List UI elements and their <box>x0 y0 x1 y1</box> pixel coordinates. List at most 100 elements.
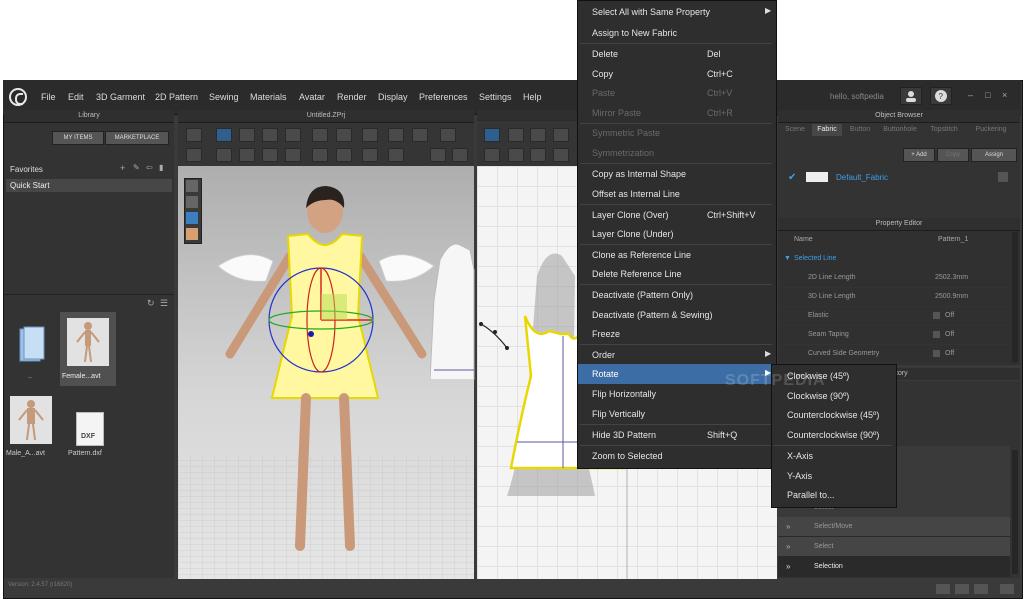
menu-preferences[interactable]: Preferences <box>419 92 468 102</box>
elastic-checkbox[interactable] <box>933 312 940 319</box>
circle-icon[interactable] <box>530 148 546 162</box>
menu-copy-internal-shape[interactable]: Copy as Internal Shape <box>592 169 686 179</box>
menu-settings[interactable]: Settings <box>479 92 512 102</box>
tab-topstitch[interactable]: Topstitch <box>924 124 964 136</box>
simulation-icon[interactable] <box>186 148 202 162</box>
layout-2-icon[interactable] <box>955 584 969 594</box>
menu-hide-3d-pattern[interactable]: Hide 3D Pattern <box>592 430 656 440</box>
menu-y-axis[interactable]: Y-Axis <box>787 471 812 481</box>
marketplace-button[interactable]: MARKETPLACE <box>105 131 169 145</box>
steam-icon[interactable] <box>239 148 255 162</box>
menu-copy[interactable]: Copy <box>592 69 613 79</box>
menu-symmetrization[interactable]: Symmetrization <box>592 148 654 158</box>
menu-freeze[interactable]: Freeze <box>592 329 620 339</box>
edit-sewing-icon[interactable] <box>362 128 378 142</box>
free-sewing-icon[interactable] <box>336 128 352 142</box>
menu-x-axis[interactable]: X-Axis <box>787 451 813 461</box>
segment-sewing-icon[interactable] <box>312 128 328 142</box>
menu-zoom-to-selected[interactable]: Zoom to Selected <box>592 451 663 461</box>
list-view-icon[interactable]: ☰ <box>160 298 168 309</box>
select-move-icon[interactable] <box>216 128 232 142</box>
menu-counterclockwise-90[interactable]: Counterclockwise (90º) <box>787 430 879 440</box>
fabric-swatch[interactable] <box>806 172 828 182</box>
texture-icon[interactable] <box>440 128 456 142</box>
rectangle-icon[interactable] <box>508 148 524 162</box>
fabric-name[interactable]: Default_Fabric <box>836 173 888 182</box>
name-value[interactable]: Pattern_1 <box>938 236 968 243</box>
menu-edit[interactable]: Edit <box>68 92 84 102</box>
tab-scene[interactable]: Scene <box>780 124 810 136</box>
menu-symmetric-paste[interactable]: Symmetric Paste <box>592 128 660 138</box>
menu-clockwise-90[interactable]: Clockwise (90º) <box>787 391 849 401</box>
folder-icon[interactable] <box>18 325 46 367</box>
menu-assign-new-fabric[interactable]: Assign to New Fabric <box>592 28 677 38</box>
button-icon[interactable] <box>285 148 301 162</box>
fabric-icon[interactable] <box>412 128 428 142</box>
menu-render[interactable]: Render <box>337 92 367 102</box>
history-row-current[interactable] <box>778 557 1010 577</box>
my-items-button[interactable]: MY ITEMS <box>52 131 104 145</box>
menu-order[interactable]: Order <box>592 350 615 360</box>
menu-delete-reference-line[interactable]: Delete Reference Line <box>592 269 682 279</box>
copy-fabric-button[interactable]: Copy <box>937 148 969 162</box>
history-row[interactable] <box>778 517 1010 537</box>
menu-layer-clone-over[interactable]: Layer Clone (Over) <box>592 210 669 220</box>
curved-side-checkbox[interactable] <box>933 350 940 357</box>
menu-mirror-paste[interactable]: Mirror Paste <box>592 108 641 118</box>
menu-help[interactable]: Help <box>523 92 542 102</box>
menu-file[interactable]: File <box>41 92 56 102</box>
refresh-icon[interactable]: ↻ <box>147 298 155 309</box>
help-icon[interactable]: ? <box>930 87 952 105</box>
expand-arrow-icon[interactable]: ▼ <box>784 255 791 262</box>
pin-icon[interactable] <box>285 128 301 142</box>
skin-display-icon[interactable] <box>186 228 198 240</box>
menu-delete[interactable]: Delete <box>592 49 618 59</box>
buttonhole-icon[interactable] <box>312 148 328 162</box>
menu-display[interactable]: Display <box>378 92 408 102</box>
avatar-skeleton-icon[interactable] <box>186 196 198 208</box>
tab-fabric[interactable]: Fabric <box>812 124 842 136</box>
menu-select-all-same-property[interactable]: Select All with Same Property <box>592 7 710 17</box>
tack-icon[interactable] <box>262 128 278 142</box>
male-avatar-icon[interactable] <box>10 396 52 444</box>
minimize-icon[interactable]: – <box>968 90 973 100</box>
add-point-icon[interactable] <box>530 128 546 142</box>
garment-display-icon[interactable] <box>186 212 198 224</box>
user-icon[interactable] <box>900 87 922 105</box>
close-icon[interactable]: × <box>1002 90 1007 100</box>
menu-parallel-to[interactable]: Parallel to... <box>787 490 835 500</box>
measure-icon[interactable] <box>388 128 404 142</box>
dxf-file-icon[interactable] <box>76 412 104 446</box>
history-scrollbar[interactable] <box>1012 450 1018 574</box>
assign-fabric-button[interactable]: Assign <box>971 148 1017 162</box>
tab-puckering[interactable]: Puckering <box>966 124 1016 136</box>
fold-arrangement-icon[interactable] <box>239 128 255 142</box>
save-fabric-icon[interactable] <box>998 172 1008 182</box>
tab-button[interactable]: Button <box>844 124 876 136</box>
menu-flip-vertically[interactable]: Flip Vertically <box>592 409 645 419</box>
female-avatar-icon[interactable] <box>67 318 109 366</box>
selected-line-section[interactable]: Selected Line <box>794 255 836 262</box>
more-tools-icon[interactable] <box>430 148 446 162</box>
pattern-piece-back[interactable] <box>429 240 475 381</box>
menu-flip-horizontally[interactable]: Flip Horizontally <box>592 389 656 399</box>
back-icon[interactable]: ⇦ <box>146 163 153 172</box>
internal-polygon-icon[interactable] <box>553 148 569 162</box>
transform-pattern-icon[interactable] <box>484 128 500 142</box>
menu-layer-clone-under[interactable]: Layer Clone (Under) <box>592 229 674 239</box>
edit-curve-icon[interactable] <box>553 128 569 142</box>
ruler-icon[interactable] <box>362 148 378 162</box>
zipper-icon[interactable] <box>336 148 352 162</box>
topstitch-icon[interactable] <box>388 148 404 162</box>
menu-offset-internal-line[interactable]: Offset as Internal Line <box>592 189 680 199</box>
polygon-icon[interactable] <box>484 148 500 162</box>
add-fabric-button[interactable]: + Add <box>903 148 935 162</box>
edit-point-icon[interactable] <box>508 128 524 142</box>
add-favorite-icon[interactable]: + <box>120 163 125 173</box>
menu-paste[interactable]: Paste <box>592 88 615 98</box>
tab-buttonhole[interactable]: Buttonhole <box>878 124 922 136</box>
property-value[interactable]: 2500.9mm <box>935 293 968 300</box>
layout-1-icon[interactable] <box>936 584 950 594</box>
seam-taping-checkbox[interactable] <box>933 331 940 338</box>
menu-deactivate-pattern-sewing[interactable]: Deactivate (Pattern & Sewing) <box>592 310 713 320</box>
